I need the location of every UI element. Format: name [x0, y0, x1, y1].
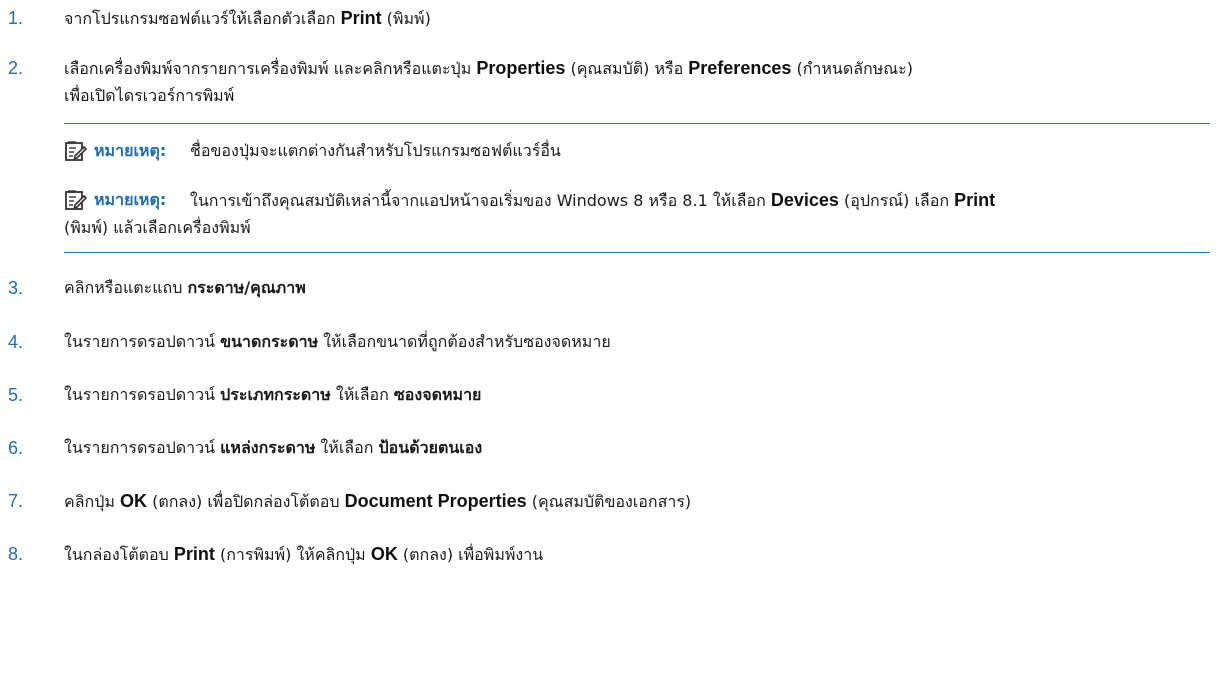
step-number: 3.	[8, 278, 24, 298]
step-text: จากโปรแกรมซอฟต์แวร์ให้เลือกตัวเลือก Prin…	[64, 8, 431, 28]
step-number: 2.	[8, 58, 24, 78]
step-number: 7.	[8, 491, 24, 511]
step-text: คลิกหรือแตะแถบ กระดาษ/คุณภาพ	[64, 278, 306, 297]
step-text: คลิกปุ่ม OK (ตกลง) เพื่อปิดกล่องโต้ตอบ D…	[64, 491, 692, 511]
note-label: หมายเหตุ:	[94, 190, 167, 209]
step-number: 5.	[8, 385, 24, 405]
note-label: หมายเหตุ:	[94, 141, 167, 160]
step-number: 6.	[8, 438, 24, 458]
step-number: 4.	[8, 332, 24, 352]
note-body: ชื่อของปุ่มจะแตกต่างกันสำหรับโปรแกรมซอฟต…	[190, 141, 561, 160]
step-number: 8.	[8, 544, 24, 564]
step-text: ในรายการดรอปดาวน์ แหล่งกระดาษ ให้เลือก ป…	[64, 438, 483, 457]
document: 1. จากโปรแกรมซอฟต์แวร์ให้เลือกตัวเลือก P…	[0, 0, 1222, 679]
note-pencil-icon	[64, 139, 88, 163]
note-body: ในการเข้าถึงคุณสมบัติเหล่านี้จากแอปหน้าจ…	[190, 190, 996, 210]
step-text: ในกล่องโต้ตอบ Print (การพิมพ์) ให้คลิกปุ…	[64, 544, 544, 564]
note-pencil-icon	[64, 188, 88, 212]
note-body-line-2: (พิมพ์) แล้วเลือกเครื่องพิมพ์	[64, 218, 251, 237]
note-bottom-rule	[64, 252, 1210, 253]
step-number: 1.	[8, 8, 24, 28]
step-text: ในรายการดรอปดาวน์ ประเภทกระดาษ ให้เลือก …	[64, 385, 482, 404]
step-text: เลือกเครื่องพิมพ์จากรายการเครื่องพิมพ์ แ…	[64, 58, 913, 78]
note-top-rule	[64, 123, 1210, 124]
step-text: ในรายการดรอปดาวน์ ขนาดกระดาษ ให้เลือกขนา…	[64, 332, 611, 351]
step-text: เพื่อเปิดไดรเวอร์การพิมพ์	[64, 86, 235, 105]
